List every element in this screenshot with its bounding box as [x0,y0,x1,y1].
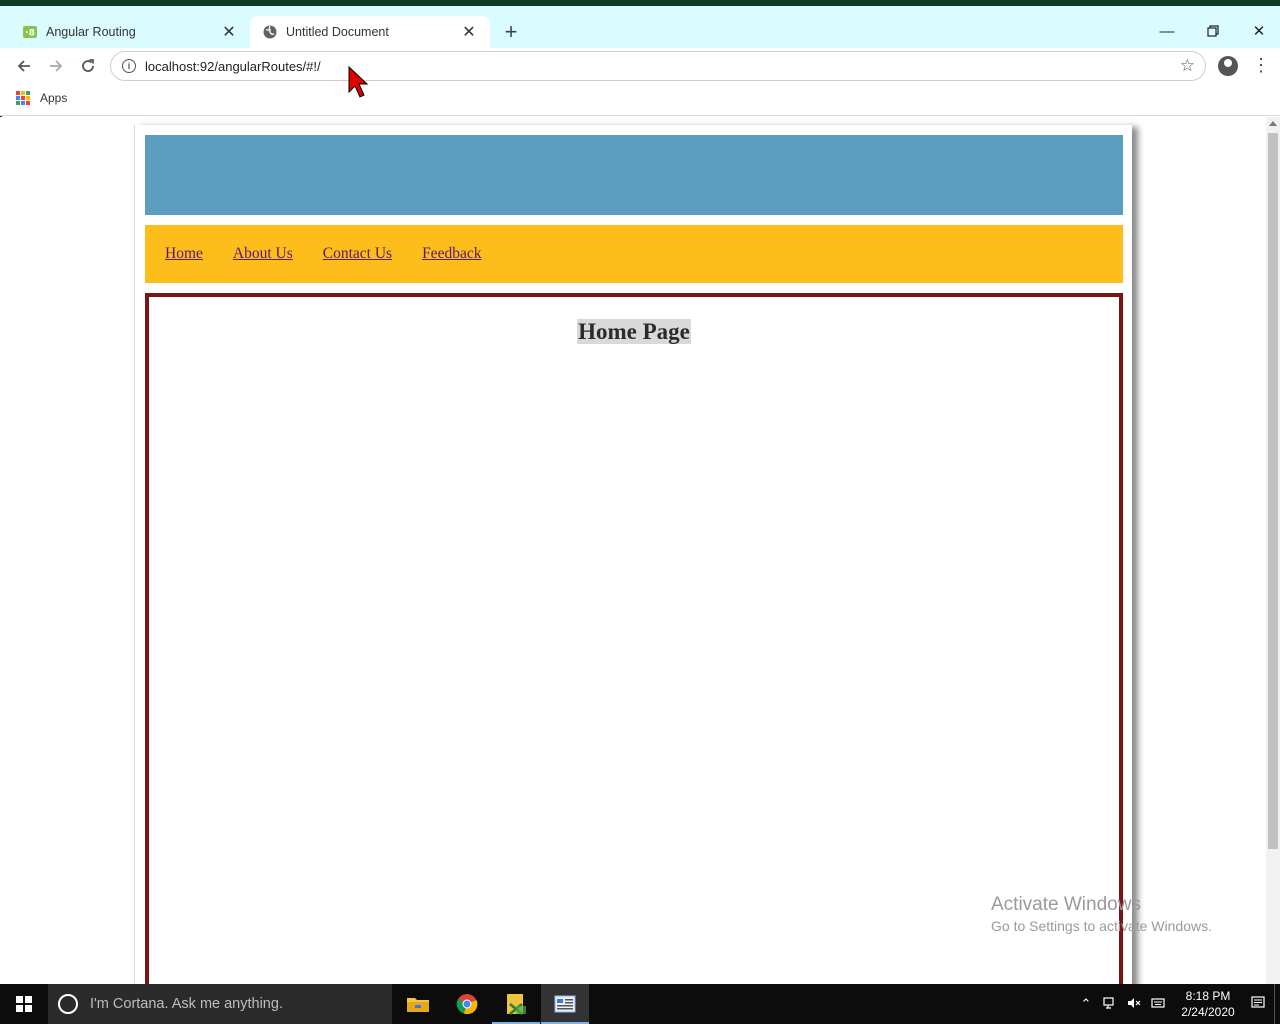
show-desktop-button[interactable] [1274,984,1280,1024]
cortana-placeholder: I'm Cortana. Ask me anything. [90,996,283,1012]
apps-bookmark[interactable]: Apps [16,91,67,105]
minimize-icon[interactable]: — [1144,16,1190,46]
close-window-icon[interactable]: ✕ [1236,16,1280,46]
browser-toolbar: i localhost:92/angularRoutes/#!/ ☆ ⋮ [0,48,1280,84]
windows-logo-icon [16,996,32,1012]
address-bar[interactable]: i localhost:92/angularRoutes/#!/ ☆ [110,51,1206,81]
nav-link-home[interactable]: Home [165,245,203,263]
close-tab-icon[interactable]: ✕ [460,23,478,41]
scroll-thumb[interactable] [1268,133,1278,849]
bookmark-star-icon[interactable]: ☆ [1180,56,1195,76]
nav-bar: Home About Us Contact Us Feedback [145,225,1123,283]
chrome-icon[interactable] [443,984,491,1024]
page-scrollbar[interactable] [1266,117,1280,984]
taskbar-clock[interactable]: 8:18 PM 2/24/2020 [1170,988,1246,1020]
network-icon[interactable] [1099,996,1121,1012]
forward-arrow-icon[interactable] [42,52,70,80]
tab-title: Untitled Document [286,25,389,39]
xampp-control-icon[interactable] [492,984,540,1024]
restore-window-icon[interactable] [1190,16,1236,46]
cortana-search-box[interactable]: I'm Cortana. Ask me anything. [48,984,392,1024]
close-tab-icon[interactable]: ✕ [220,23,238,41]
watermark-title: Activate Windows [991,894,1141,915]
show-hidden-icons-chevron-icon[interactable]: ⌃ [1075,996,1097,1012]
profile-avatar-icon[interactable] [1218,56,1238,76]
activate-windows-watermark: Activate Windows Go to Settings to activ… [991,894,1212,934]
action-center-icon[interactable] [1247,995,1269,1013]
clock-date: 2/24/2020 [1181,1005,1235,1019]
new-tab-button[interactable]: + [500,21,522,44]
page-heading: Home Page [149,319,1119,345]
browser-tab-strip: ·8 Angular Routing ✕ Untitled Document ✕… [0,6,1280,48]
volume-muted-icon[interactable] [1123,997,1145,1012]
notepad-editor-icon[interactable] [541,984,589,1024]
apps-grid-icon [16,91,30,105]
nav-link-contact-us[interactable]: Contact Us [323,245,392,263]
reload-icon[interactable] [74,52,102,80]
page-viewport: Home About Us Contact Us Feedback Home P… [0,117,1266,984]
nav-link-about-us[interactable]: About Us [233,245,293,263]
svg-text:·8: ·8 [25,29,35,39]
page-heading-text: Home Page [577,319,691,344]
clock-time: 8:18 PM [1185,989,1231,1003]
header-banner [145,135,1123,215]
scroll-up-arrow-icon[interactable] [1269,121,1277,126]
tab-untitled-document[interactable]: Untitled Document ✕ [250,16,490,48]
tab-angular-routing[interactable]: ·8 Angular Routing ✕ [0,16,250,48]
page-container: Home About Us Contact Us Feedback Home P… [134,125,1132,984]
start-button[interactable] [0,984,48,1024]
bookmarks-bar: Apps [0,84,1280,116]
tab-title: Angular Routing [46,25,136,39]
url-text[interactable]: localhost:92/angularRoutes/#!/ [145,59,321,74]
mouse-cursor-icon [348,66,369,98]
back-arrow-icon[interactable] [10,52,38,80]
windows-taskbar: I'm Cortana. Ask me anything. ⌃ 8:18 PM … [0,984,1280,1024]
route-view-content: Home Page [145,293,1123,984]
angular-favicon-icon: ·8 [23,26,37,39]
file-explorer-icon[interactable] [394,984,442,1024]
cortana-circle-icon [58,994,78,1014]
system-tray: ⌃ 8:18 PM 2/24/2020 [1074,984,1280,1024]
apps-label: Apps [40,91,68,105]
globe-icon [263,25,277,39]
browser-menu-icon[interactable]: ⋮ [1252,55,1270,77]
site-info-icon[interactable]: i [122,59,136,73]
nav-link-feedback[interactable]: Feedback [422,245,481,263]
keyboard-icon[interactable] [1147,997,1169,1012]
watermark-subtitle: Go to Settings to activate Windows. [991,918,1212,934]
